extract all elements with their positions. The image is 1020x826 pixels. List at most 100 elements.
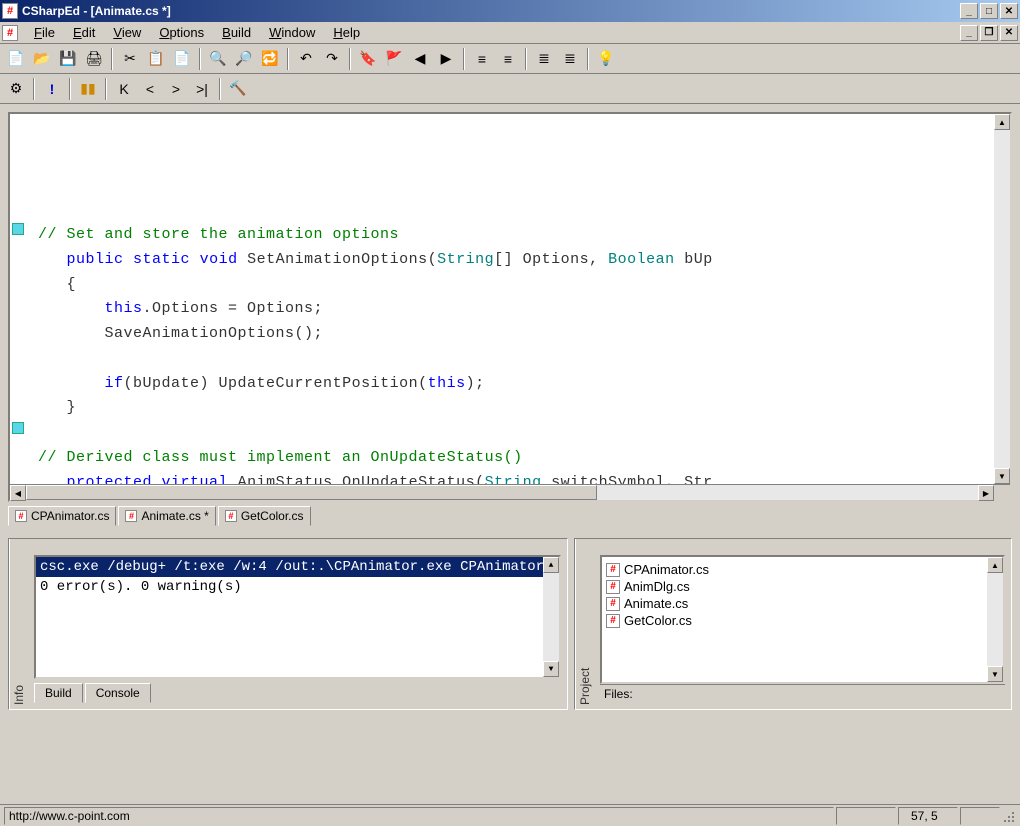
tools-icon[interactable]: 🔨 [226,77,250,101]
bottom-panels: Info csc.exe /debug+ /t:exe /w:4 /out:.\… [0,534,1020,714]
menu-help[interactable]: Help [325,23,368,42]
scroll-thumb[interactable] [26,485,597,500]
help-icon[interactable]: 💡 [594,47,618,71]
tab-console[interactable]: Console [85,683,151,703]
undo-icon[interactable]: ↶ [294,47,318,71]
document-icon[interactable]: # [2,25,18,41]
replace-icon[interactable]: 🔁 [258,47,282,71]
file-icon: # [606,614,620,628]
info-panel: Info csc.exe /debug+ /t:exe /w:4 /out:.\… [8,538,568,710]
output-scrollbar[interactable]: ▲ ▼ [543,557,559,677]
redo-icon[interactable]: ↷ [320,47,344,71]
output-command: csc.exe /debug+ /t:exe /w:4 /out:.\CPAni… [36,557,559,577]
status-cursor-position: 57, 5 [898,807,958,825]
tab-animate[interactable]: #Animate.cs * [118,506,215,526]
horizontal-scrollbar[interactable]: ◀ ▶ [10,484,1010,500]
menu-window[interactable]: Window [261,23,323,42]
mdi-restore-button[interactable]: ❐ [980,25,998,41]
next-icon[interactable]: > [164,77,188,101]
file-icon: # [225,510,237,522]
titlebar: # CSharpEd - [Animate.cs *] _ □ ✕ [0,0,1020,22]
code-comment: // Set and store the animation options [38,226,399,243]
app-icon: # [2,3,18,19]
scroll-right-icon[interactable]: ▶ [978,485,994,501]
file-icon: # [125,510,137,522]
files-label: Files: [600,684,1005,703]
resize-grip-icon[interactable] [1000,808,1016,824]
editor-frame: // Set and store the animation options p… [8,112,1012,502]
tab-cpanimator[interactable]: #CPAnimator.cs [8,506,116,526]
mdi-minimize-button[interactable]: _ [960,25,978,41]
first-icon[interactable]: K [112,77,136,101]
output-result: 0 error(s). 0 warning(s) [36,577,559,597]
run-icon[interactable]: ! [40,77,64,101]
file-icon: # [606,580,620,594]
last-icon[interactable]: >| [190,77,214,101]
document-tabs: #CPAnimator.cs #Animate.cs * #GetColor.c… [8,506,1012,526]
info-panel-label: Info [9,539,28,709]
vertical-scrollbar[interactable]: ▲ ▼ [994,114,1010,484]
save-icon[interactable]: 💾 [56,47,80,71]
bookmark-clear-icon[interactable]: 🚩 [382,47,406,71]
scroll-up-icon[interactable]: ▲ [543,557,559,573]
file-icon: # [15,510,27,522]
outdent-icon[interactable]: ≡ [470,47,494,71]
bookmark-marker[interactable] [12,422,24,434]
editor-area: // Set and store the animation options p… [0,104,1020,534]
scroll-up-icon[interactable]: ▲ [987,557,1003,573]
maximize-button[interactable]: □ [980,3,998,19]
tab-build[interactable]: Build [34,683,83,703]
scroll-down-icon[interactable]: ▼ [543,661,559,677]
find-next-icon[interactable]: 🔎 [232,47,256,71]
scroll-down-icon[interactable]: ▼ [994,468,1010,484]
scroll-up-icon[interactable]: ▲ [994,114,1010,130]
bookmark-marker[interactable] [12,223,24,235]
uncomment-icon[interactable]: ≣ [558,47,582,71]
file-icon: # [606,597,620,611]
menu-build[interactable]: Build [214,23,259,42]
menu-view[interactable]: View [105,23,149,42]
menubar-row: # File Edit View Options Build Window He… [0,22,1020,44]
bookmark-next-icon[interactable]: ▶ [434,47,458,71]
window-title: CSharpEd - [Animate.cs *] [22,4,960,18]
filelist-scrollbar[interactable]: ▲ ▼ [987,557,1003,682]
tab-getcolor[interactable]: #GetColor.cs [218,506,311,526]
project-file-list[interactable]: #CPAnimator.cs #AnimDlg.cs #Animate.cs #… [600,555,1005,684]
compile-icon[interactable]: ⚙ [4,77,28,101]
find-icon[interactable]: 🔍 [206,47,230,71]
list-item[interactable]: #CPAnimator.cs [606,561,999,578]
new-icon[interactable]: 📄 [4,47,28,71]
menu-edit[interactable]: Edit [65,23,103,42]
status-url: http://www.c-point.com [4,807,834,825]
list-item[interactable]: #Animate.cs [606,595,999,612]
list-item[interactable]: #AnimDlg.cs [606,578,999,595]
code-editor[interactable]: // Set and store the animation options p… [10,114,1010,484]
gutter [10,124,30,223]
mdi-close-button[interactable]: ✕ [1000,25,1018,41]
indent-icon[interactable]: ≡ [496,47,520,71]
comment-icon[interactable]: ≣ [532,47,556,71]
menu-file[interactable]: File [26,23,63,42]
cut-icon[interactable]: ✂ [118,47,142,71]
status-empty [836,807,896,825]
code-comment: // Derived class must implement an OnUpd… [38,449,523,466]
paste-icon[interactable]: 📄 [170,47,194,71]
minimize-button[interactable]: _ [960,3,978,19]
build-output[interactable]: csc.exe /debug+ /t:exe /w:4 /out:.\CPAni… [34,555,561,679]
project-panel: Project #CPAnimator.cs #AnimDlg.cs #Anim… [574,538,1012,710]
list-item[interactable]: #GetColor.cs [606,612,999,629]
prev-icon[interactable]: < [138,77,162,101]
open-icon[interactable]: 📂 [30,47,54,71]
bookmark-prev-icon[interactable]: ◀ [408,47,432,71]
scroll-left-icon[interactable]: ◀ [10,485,26,501]
build-icon[interactable]: ▮▮ [76,77,100,101]
statusbar: http://www.c-point.com 57, 5 [0,804,1020,826]
bookmark-toggle-icon[interactable]: 🔖 [356,47,380,71]
copy-icon[interactable]: 📋 [144,47,168,71]
close-button[interactable]: ✕ [1000,3,1018,19]
toolbar-main: 📄 📂 💾 🖨 ✂ 📋 📄 🔍 🔎 🔁 ↶ ↷ 🔖 🚩 ◀ ▶ ≡ ≡ ≣ ≣ … [0,44,1020,74]
print-icon[interactable]: 🖨 [82,47,106,71]
menubar: File Edit View Options Build Window Help [26,23,960,42]
scroll-down-icon[interactable]: ▼ [987,666,1003,682]
menu-options[interactable]: Options [151,23,212,42]
